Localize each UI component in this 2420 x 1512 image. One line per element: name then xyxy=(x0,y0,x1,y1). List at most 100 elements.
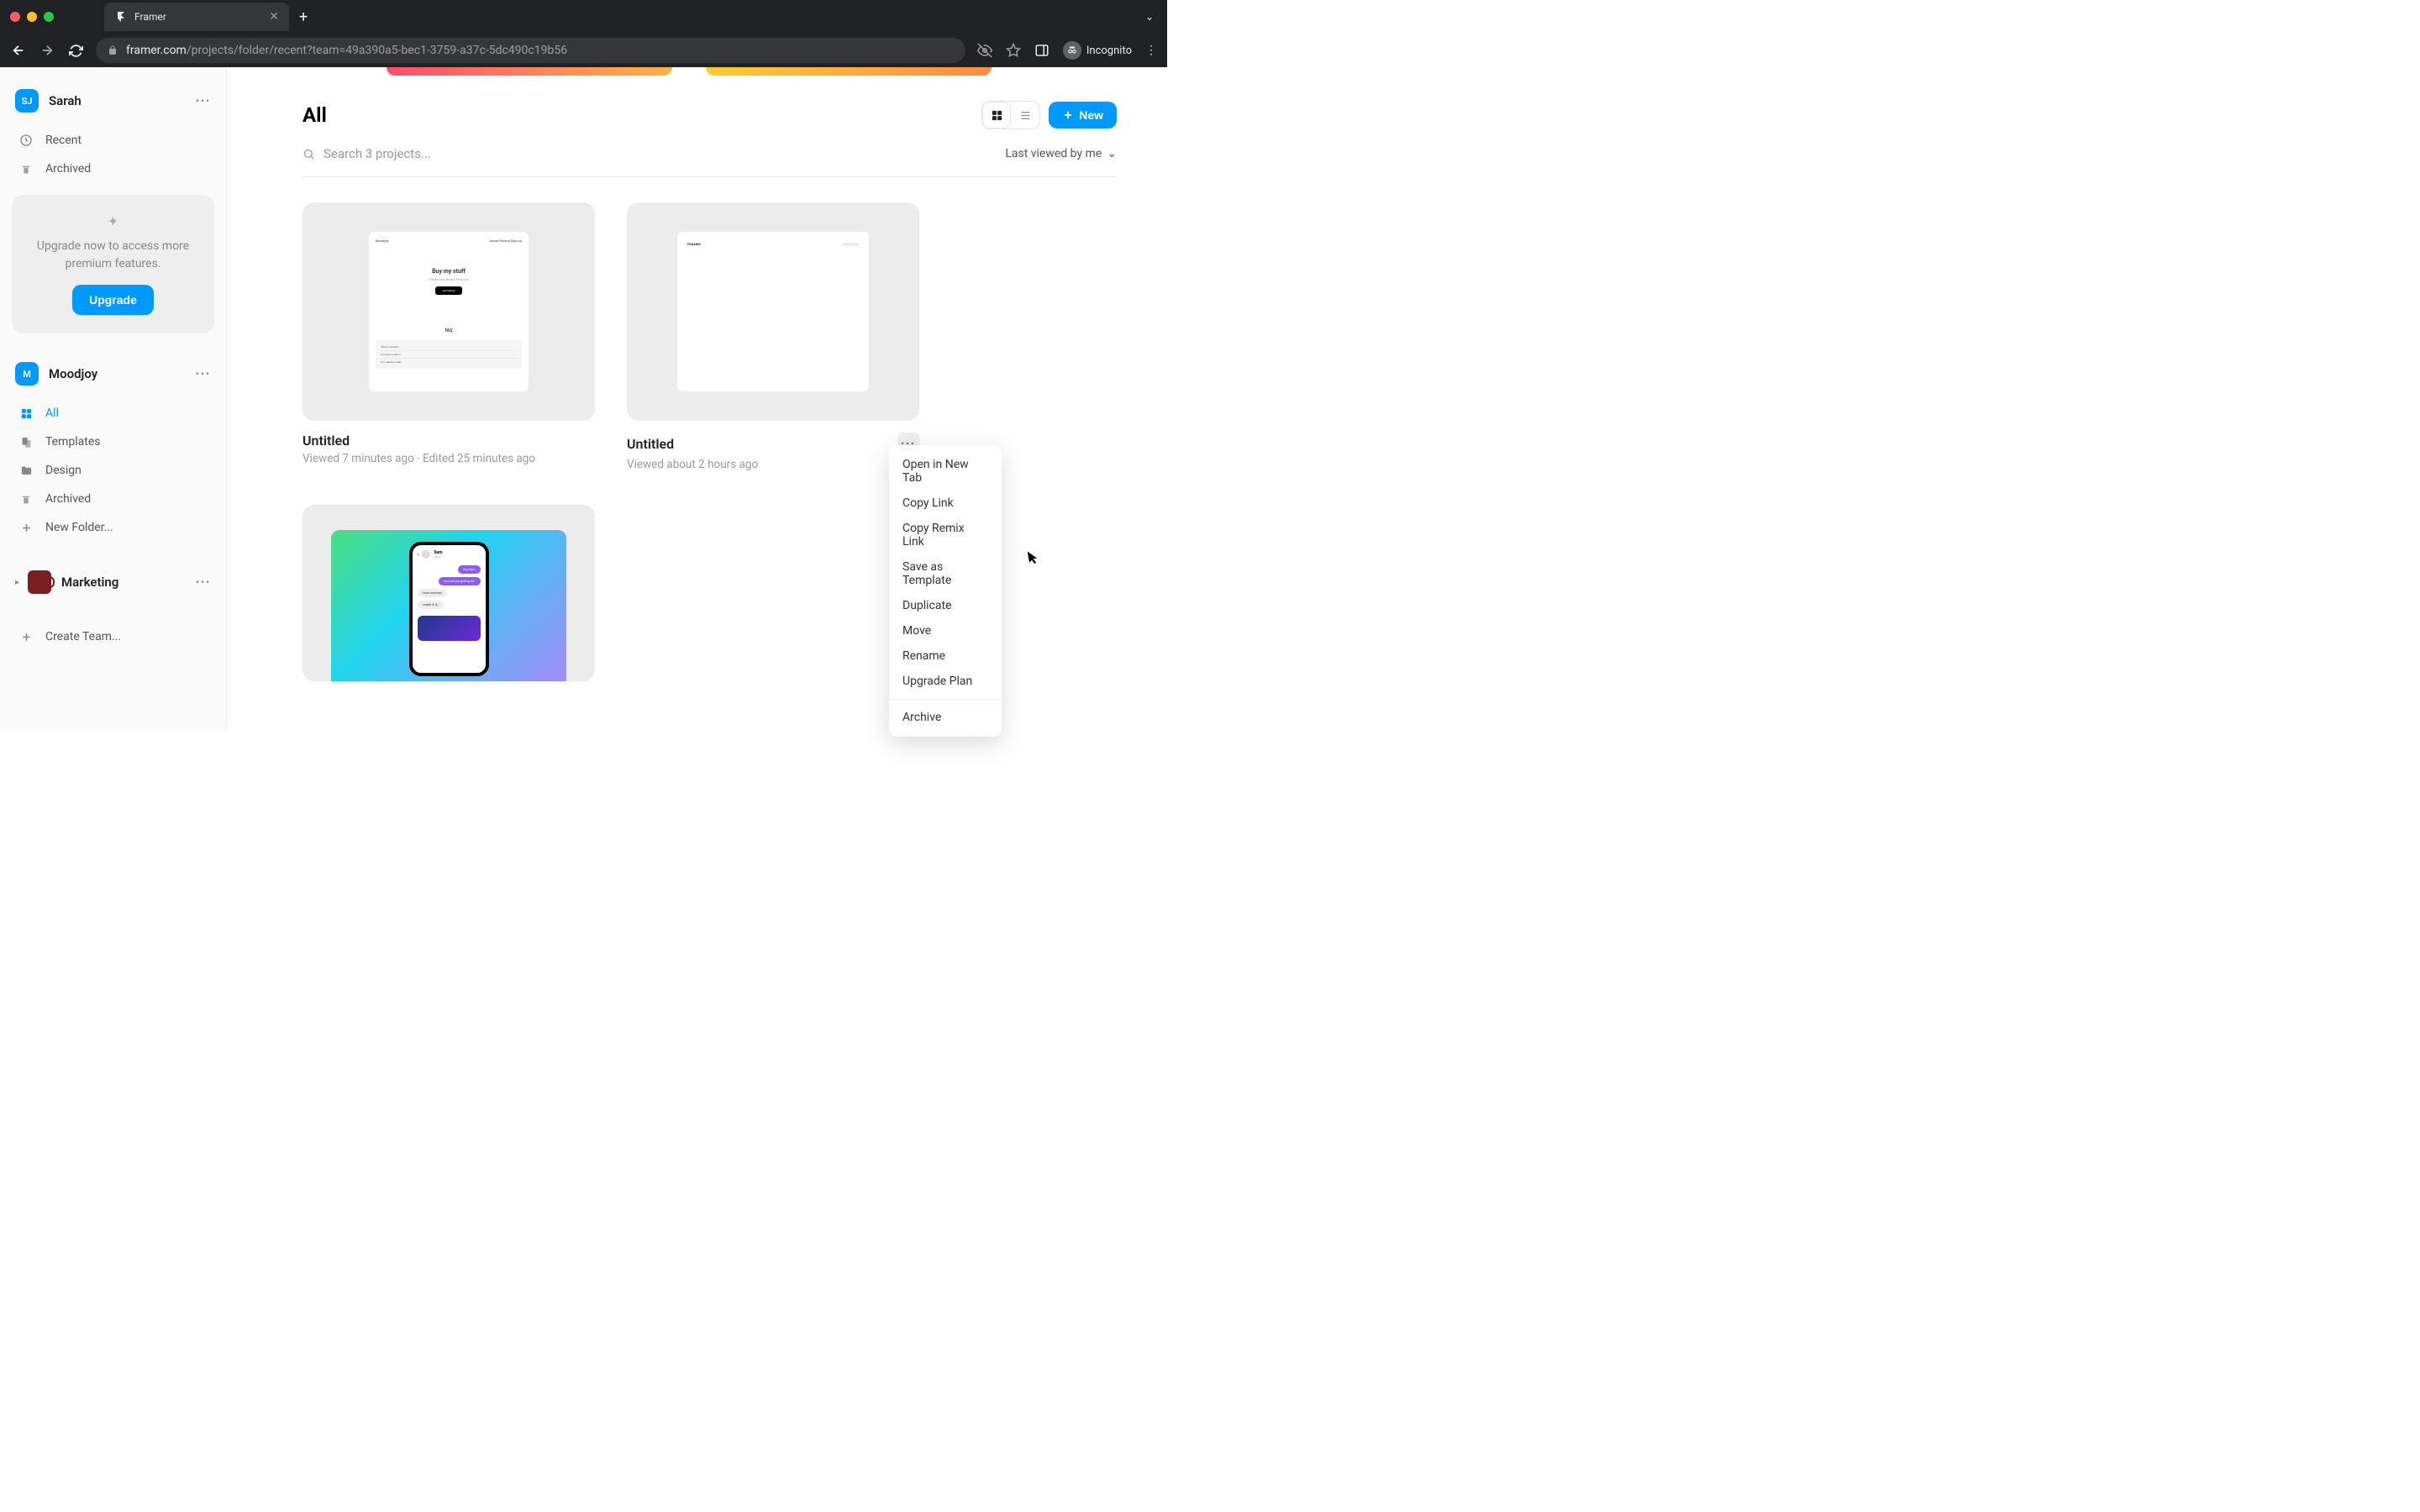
clock-icon xyxy=(18,134,34,147)
tabs-dropdown-icon[interactable]: ⌄ xyxy=(1145,11,1154,23)
grid-icon xyxy=(18,407,34,420)
project-card[interactable]: Moodjoy About Pricing Sign up Buy my stu… xyxy=(302,202,595,471)
menu-item-save-as-template[interactable]: Save as Template xyxy=(889,554,1002,593)
project-thumbnail[interactable]: FRAMER About Blog xyxy=(627,202,919,421)
star-icon[interactable] xyxy=(1006,43,1021,58)
search-icon xyxy=(302,148,315,160)
archive-icon xyxy=(18,162,34,176)
menu-divider xyxy=(889,699,1002,700)
workspace-name: Moodjoy xyxy=(49,366,186,381)
user-name: Sarah xyxy=(49,93,186,108)
workspace-marketing: ▸ Marketing ••• xyxy=(12,565,214,599)
caret-right-icon[interactable]: ▸ xyxy=(15,578,19,587)
upgrade-text: Upgrade now to access more premium featu… xyxy=(25,238,201,273)
minimize-window-icon[interactable] xyxy=(27,12,37,22)
project-subtitle: Viewed about 2 hours ago xyxy=(627,458,919,471)
address-bar: framer.com/projects/folder/recent?team=4… xyxy=(0,34,1167,67)
panel-icon[interactable] xyxy=(1034,43,1050,58)
menu-item-copy-link[interactable]: Copy Link xyxy=(889,491,1002,516)
sidebar-item-all[interactable]: All xyxy=(12,399,214,428)
menu-item-archive[interactable]: Archive xyxy=(889,705,1002,730)
workspace-avatar: M xyxy=(15,362,39,386)
sparkle-icon: ✦ xyxy=(25,213,201,229)
folder-icon xyxy=(18,465,34,477)
framer-favicon-icon xyxy=(114,10,128,24)
avatar xyxy=(422,550,430,559)
more-icon[interactable]: ••• xyxy=(196,576,211,588)
cursor-icon xyxy=(1028,549,1042,566)
more-icon[interactable]: ••• xyxy=(196,95,211,107)
url-input[interactable]: framer.com/projects/folder/recent?team=4… xyxy=(96,38,965,63)
kebab-menu-icon[interactable]: ⋮ xyxy=(1145,44,1157,57)
sidebar-item-archived-2[interactable]: Archived xyxy=(12,485,214,513)
more-icon[interactable]: ••• xyxy=(196,368,211,380)
upgrade-button[interactable]: Upgrade xyxy=(72,285,154,315)
menu-item-move[interactable]: Move xyxy=(889,618,1002,643)
url-text: framer.com/projects/folder/recent?team=4… xyxy=(126,44,567,57)
sidebar-item-label: Templates xyxy=(45,435,101,449)
page-title: All xyxy=(302,103,327,127)
user-section: SJ Sarah ••• Recent Archived xyxy=(12,84,214,333)
chevron-left-icon: ‹ xyxy=(418,552,419,558)
sort-dropdown[interactable]: Last viewed by me ⌄ xyxy=(1005,147,1117,160)
sidebar-item-label: Recent xyxy=(45,134,82,147)
reload-button[interactable] xyxy=(67,44,84,58)
incognito-badge[interactable]: Incognito xyxy=(1063,41,1132,60)
close-tab-icon[interactable]: ✕ xyxy=(269,10,279,24)
window-controls[interactable] xyxy=(10,12,54,22)
project-subtitle: Viewed 7 minutes ago · Edited 25 minutes… xyxy=(302,452,595,465)
close-window-icon[interactable] xyxy=(10,12,20,22)
sidebar-item-design[interactable]: Design xyxy=(12,456,214,485)
user-avatar: SJ xyxy=(15,89,39,113)
lock-icon xyxy=(108,45,118,55)
phone-mockup: ‹ Sam online ⋮ Hey Sam! How are you xyxy=(409,542,489,676)
sidebar-item-new-folder[interactable]: New Folder... xyxy=(12,513,214,542)
maximize-window-icon[interactable] xyxy=(44,12,54,22)
project-thumbnail[interactable]: ‹ Sam online ⋮ Hey Sam! How are you xyxy=(302,505,595,681)
new-tab-button[interactable]: + xyxy=(299,8,308,26)
project-card[interactable]: ‹ Sam online ⋮ Hey Sam! How are you xyxy=(302,505,595,681)
tab-title: Framer xyxy=(134,11,166,23)
sidebar-item-label: Archived xyxy=(45,492,91,506)
project-title: Untitled xyxy=(302,433,595,449)
plus-icon xyxy=(18,631,34,643)
eye-off-icon[interactable] xyxy=(977,43,992,58)
sidebar-item-label: Archived xyxy=(45,162,91,176)
browser-tab[interactable]: Framer ✕ xyxy=(104,3,289,31)
forward-button[interactable] xyxy=(39,43,55,58)
more-icon: ⋮ xyxy=(477,553,481,557)
chevron-down-icon: ⌄ xyxy=(1107,147,1117,160)
sidebar: SJ Sarah ••• Recent Archived xyxy=(0,67,227,729)
menu-item-duplicate[interactable]: Duplicate xyxy=(889,593,1002,618)
grid-view-button[interactable] xyxy=(982,102,1011,129)
sidebar-item-recent[interactable]: Recent xyxy=(12,126,214,155)
menu-item-rename[interactable]: Rename xyxy=(889,643,1002,669)
project-thumbnail[interactable]: Moodjoy About Pricing Sign up Buy my stu… xyxy=(302,202,595,421)
workspace-header-marketing[interactable]: ▸ Marketing ••• xyxy=(12,565,214,599)
sidebar-item-create-team[interactable]: Create Team... xyxy=(12,622,214,651)
search-placeholder: Search 3 projects... xyxy=(324,146,431,161)
search-input[interactable]: Search 3 projects... xyxy=(302,146,431,161)
plus-icon xyxy=(18,522,34,534)
banner-gradient xyxy=(387,67,672,76)
project-title: Untitled xyxy=(627,436,674,452)
user-header[interactable]: SJ Sarah ••• xyxy=(12,84,214,118)
banner-strip xyxy=(387,67,1117,76)
main-content: All New xyxy=(227,67,1167,729)
sidebar-item-label: New Folder... xyxy=(45,521,113,534)
workspace-name: Marketing xyxy=(61,575,186,590)
menu-item-open-new-tab[interactable]: Open in New Tab xyxy=(889,452,1002,491)
workspace-avatar-mug-icon xyxy=(28,570,51,594)
sort-label: Last viewed by me xyxy=(1005,147,1102,160)
menu-item-copy-remix-link[interactable]: Copy Remix Link xyxy=(889,516,1002,554)
sidebar-item-templates[interactable]: Templates xyxy=(12,428,214,456)
sidebar-item-archived[interactable]: Archived xyxy=(12,155,214,183)
menu-item-upgrade-plan[interactable]: Upgrade Plan xyxy=(889,669,1002,694)
workspace-moodjoy: M Moodjoy ••• All Templates xyxy=(12,357,214,542)
workspace-header[interactable]: M Moodjoy ••• xyxy=(12,357,214,391)
project-card[interactable]: FRAMER About Blog Untitled ••• Viewed ab… xyxy=(627,202,919,471)
new-button[interactable]: New xyxy=(1049,102,1117,129)
back-button[interactable] xyxy=(10,43,27,58)
view-toggle xyxy=(981,101,1040,129)
list-view-button[interactable] xyxy=(1011,102,1039,129)
